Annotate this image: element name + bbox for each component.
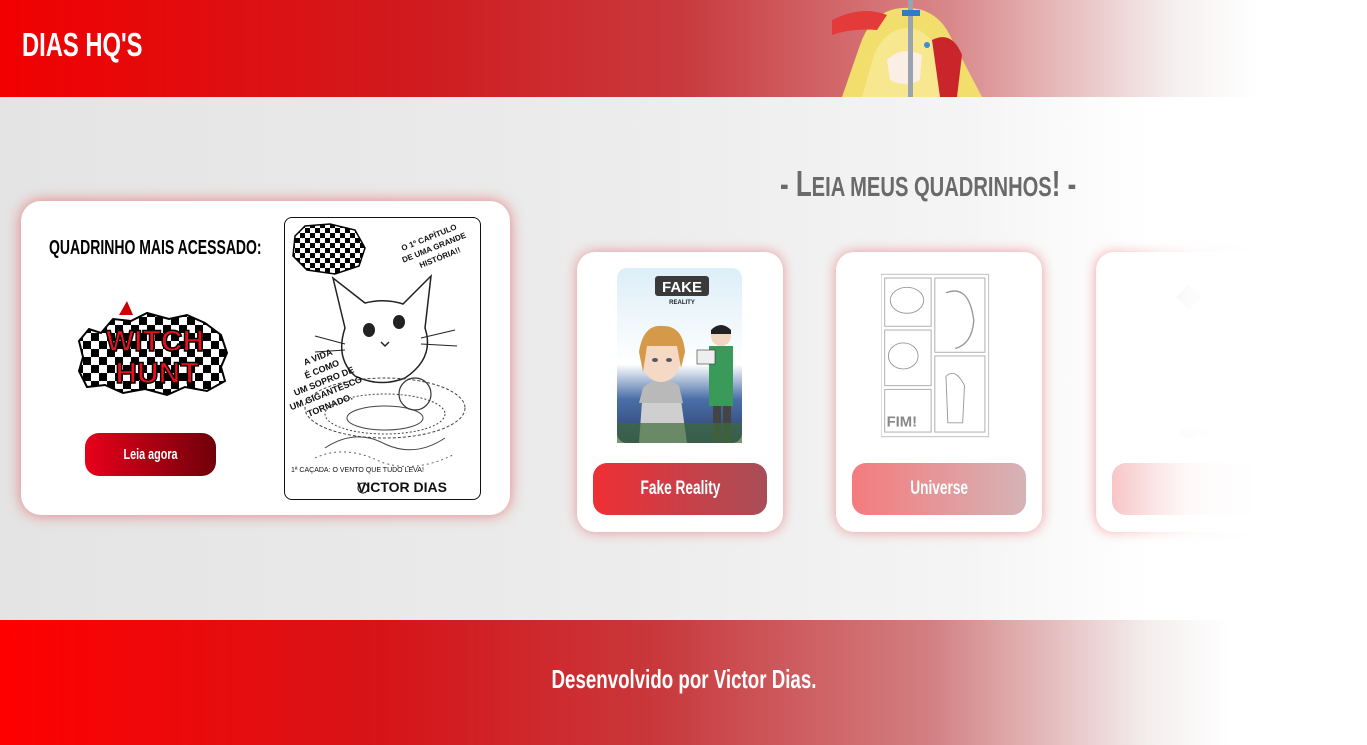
featured-label: QUADRINHO MAIS ACESSADO:: [49, 237, 262, 259]
site-header: DIAS HQ'S: [0, 0, 1367, 97]
featured-comic-card: QUADRINHO MAIS ACESSADO: WITCH HUNT Leia…: [21, 201, 510, 515]
fake-reality-cover[interactable]: FAKE REALITY: [617, 268, 742, 443]
read-now-button[interactable]: Leia agora: [85, 433, 216, 476]
featured-cover[interactable]: O 1º CAPÍTULO DE UMA GRANDE HISTÓRIA!! A…: [284, 217, 481, 500]
logo-word-2: HUNT: [115, 357, 198, 390]
cover-author: VICTOR DIAS: [357, 479, 447, 495]
footer-credit: Desenvolvido por Victor Dias.: [551, 664, 816, 694]
universe-end-text: FIM!: [887, 414, 917, 430]
cover-illustration: O 1º CAPÍTULO DE UMA GRANDE HISTÓRIA!! A…: [288, 222, 468, 495]
universe-cover[interactable]: FIM!: [881, 268, 997, 443]
header-character-art: [832, 0, 982, 97]
section-title: - LEIA MEUS QUADRINHOS! -: [780, 163, 1077, 204]
third-comic-button[interactable]: [1112, 463, 1286, 515]
logo-word-1: WITCH: [106, 325, 204, 358]
comic-card-fake-reality: FAKE REALITY Fake Reality: [577, 252, 783, 532]
universe-button[interactable]: Universe: [852, 463, 1026, 515]
svg-text:REALITY: REALITY: [669, 300, 695, 306]
witch-hunt-logo: WITCH HUNT: [77, 301, 229, 397]
site-footer: Desenvolvido por Victor Dias.: [0, 620, 1367, 745]
fake-reality-button[interactable]: Fake Reality: [593, 463, 767, 515]
comic-card-universe: FIM! Universe: [836, 252, 1042, 532]
fake-reality-logo: FAKE: [662, 279, 702, 296]
third-comic-cover[interactable]: [1136, 268, 1261, 443]
site-title[interactable]: DIAS HQ'S: [22, 26, 143, 64]
comic-card-faded: [1096, 252, 1302, 532]
cover-caption-bottom: 1ª CAÇADA: O VENTO QUE TUDO LEVA!: [291, 467, 424, 474]
